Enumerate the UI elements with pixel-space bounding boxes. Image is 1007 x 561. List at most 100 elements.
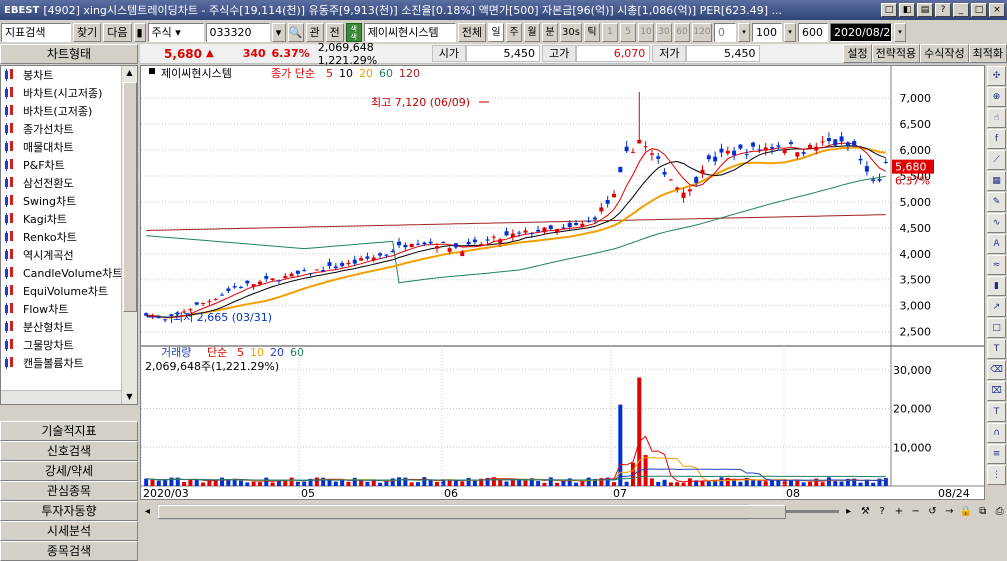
square-icon[interactable]: □	[987, 318, 1006, 338]
toggle-icon[interactable]: ◧	[899, 3, 915, 17]
stock-flag-icon[interactable]: 색색	[345, 22, 362, 42]
minute-1-button[interactable]: 1	[602, 22, 618, 42]
period-minute-button[interactable]: 분	[542, 22, 558, 42]
chart-type-item[interactable]: 종가선차트	[1, 120, 137, 138]
chart-type-item[interactable]: 역시계곡선	[1, 246, 137, 264]
code-dropdown-icon[interactable]: ▾	[271, 22, 286, 42]
related-button[interactable]: 관	[305, 22, 324, 42]
chart-type-header[interactable]: 차트형태	[0, 44, 138, 64]
wave-icon[interactable]: ≈	[987, 255, 1006, 275]
scroll-left-icon[interactable]: ◂	[140, 504, 155, 520]
period-tick-button[interactable]: 틱	[584, 22, 600, 42]
list-icon[interactable]: ▤	[917, 3, 933, 17]
text-icon[interactable]: T	[987, 402, 1006, 422]
chart-type-item[interactable]: 바차트(고저종)	[1, 102, 137, 120]
close-icon[interactable]: ×	[989, 3, 1005, 17]
count-c-input[interactable]: 600	[798, 22, 828, 42]
apply-strategy-button[interactable]: 전략적용	[871, 44, 921, 63]
maximize-icon[interactable]: □	[971, 3, 987, 17]
next-button[interactable]: 다음	[103, 22, 132, 42]
eraser-icon[interactable]: ⌫	[987, 360, 1006, 380]
indicator-search-input[interactable]: 지표검색	[1, 22, 71, 42]
find-button[interactable]: 찾기	[73, 22, 102, 42]
sidebar-button[interactable]: 강세/약세	[0, 461, 138, 481]
chart-type-item[interactable]: EquiVolume차트	[1, 282, 137, 300]
date-input[interactable]: 2020/08/24	[830, 22, 892, 42]
sidebar-button[interactable]: 투자자동향	[0, 501, 138, 521]
sidebar-button[interactable]: 관심종목	[0, 481, 138, 501]
minute-120-button[interactable]: 120	[692, 22, 712, 42]
chart-type-item[interactable]: Flow차트	[1, 300, 137, 318]
chart-hscrollbar[interactable]	[156, 503, 786, 520]
scroll-up-icon[interactable]: ▲	[122, 66, 137, 80]
period-month-button[interactable]: 월	[524, 22, 540, 42]
prev-stock-icon[interactable]: ▮	[133, 22, 146, 42]
formula-button[interactable]: 수식작성	[920, 44, 969, 63]
minute-30-button[interactable]: 30	[656, 22, 672, 42]
question-icon[interactable]: ?	[875, 504, 890, 520]
foo-icon[interactable]: f	[987, 129, 1006, 149]
minute-10-button[interactable]: 10	[638, 22, 654, 42]
search-icon[interactable]: 🔍	[287, 22, 304, 42]
chart-type-item[interactable]: 봉차트	[1, 66, 137, 84]
wrench-icon[interactable]: ⚒	[858, 504, 873, 520]
chart-type-item[interactable]: 매물대차트	[1, 138, 137, 156]
sidebar-button[interactable]: 시세분석	[0, 521, 138, 541]
plus-icon[interactable]: +	[892, 504, 907, 520]
date-dropdown-icon[interactable]: ▾	[894, 22, 906, 42]
market-type-select[interactable]: 주식 ▾	[147, 22, 204, 42]
candle-icon[interactable]: ▮	[987, 276, 1006, 296]
chart-type-scrollbar[interactable]: ▲ ▼	[121, 66, 137, 404]
chart-type-hscrollbar[interactable]	[1, 390, 121, 404]
chart-type-item[interactable]: 삼선전환도	[1, 174, 137, 192]
magnet-icon[interactable]: ∩	[987, 423, 1006, 443]
period-30s-button[interactable]: 30s	[560, 22, 582, 42]
chart-type-item[interactable]: Renko차트	[1, 228, 137, 246]
settings-button[interactable]: 설정	[843, 44, 872, 63]
grid-icon[interactable]: ▦	[987, 171, 1006, 191]
zoom-slider[interactable]	[783, 510, 840, 513]
arrow-right-icon[interactable]: →	[942, 504, 957, 520]
pointer-icon[interactable]: ☝	[987, 108, 1006, 128]
count-a-spin-icon[interactable]: ▾	[738, 22, 750, 42]
period-day-button[interactable]: 일	[488, 22, 504, 42]
minute-5-button[interactable]: 5	[620, 22, 636, 42]
zoom-icon[interactable]: ⊕	[987, 87, 1006, 107]
arrow-icon[interactable]: ↗	[987, 297, 1006, 317]
chart-type-item[interactable]: 캔들볼륨차트	[1, 354, 137, 372]
help-icon[interactable]: ?	[935, 3, 951, 17]
minus-icon[interactable]: −	[908, 504, 923, 520]
signal-icon[interactable]: ✎	[987, 192, 1006, 212]
chart-scroll-thumb[interactable]	[157, 504, 786, 519]
chart-type-item[interactable]: CandleVolume차트	[1, 264, 137, 282]
scroll-down-icon[interactable]: ▼	[122, 390, 137, 404]
trend-icon[interactable]: ∿	[987, 213, 1006, 233]
ruler-icon[interactable]: ≡	[987, 444, 1006, 464]
price-chart-svg[interactable]: 7,0006,5006,0005,5005,0004,5004,0003,500…	[140, 66, 984, 500]
scroll-thumb[interactable]	[123, 82, 137, 312]
erase-all-icon[interactable]: ⌧	[987, 381, 1006, 401]
chart-type-item[interactable]: Kagi차트	[1, 210, 137, 228]
count-b-input[interactable]: 100	[752, 22, 782, 42]
more-icon[interactable]: ⋮	[987, 465, 1006, 485]
stock-code-input[interactable]: 033320	[205, 22, 270, 42]
chart-type-item[interactable]: 그물망차트	[1, 336, 137, 354]
line-chart-icon[interactable]: ⟋	[987, 150, 1006, 170]
chart-type-item[interactable]: Swing차트	[1, 192, 137, 210]
reset-icon[interactable]: ↺	[925, 504, 940, 520]
chart-type-item[interactable]: P&F차트	[1, 156, 137, 174]
pin-icon[interactable]: □	[881, 3, 897, 17]
lock-icon[interactable]: 🔒	[959, 504, 974, 520]
zoom-slider-right-icon[interactable]: ▸	[841, 504, 856, 520]
auto-icon[interactable]: A	[987, 234, 1006, 254]
text-plus-icon[interactable]: T	[987, 339, 1006, 359]
minute-60-button[interactable]: 60	[674, 22, 690, 42]
chart-type-item[interactable]: 분산형차트	[1, 318, 137, 336]
chart-type-item[interactable]: 바차트(시고저종)	[1, 84, 137, 102]
sidebar-button[interactable]: 신호검색	[0, 441, 138, 461]
period-week-button[interactable]: 주	[506, 22, 522, 42]
prev-flag-button[interactable]: 전	[325, 22, 344, 42]
cross-cursor-icon[interactable]: ✣	[987, 66, 1006, 86]
count-b-spin-icon[interactable]: ▾	[784, 22, 796, 42]
window-icon[interactable]: ⧉	[975, 504, 990, 520]
